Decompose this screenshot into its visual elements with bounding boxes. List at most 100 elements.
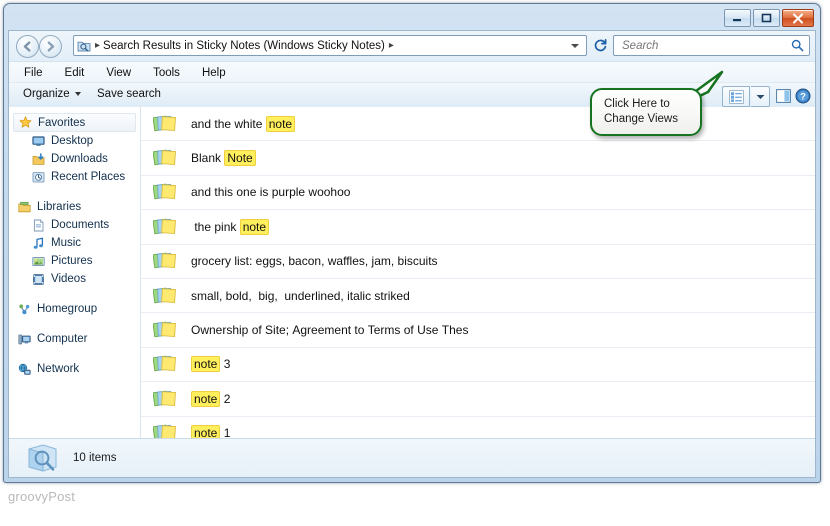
sidebar-item-pictures[interactable]: Pictures [9,252,140,270]
search-term-highlight: note [191,356,221,373]
callout-bubble: Click Here to Change Views [590,88,702,136]
file-name-text: 3 [220,357,231,372]
navigation-pane[interactable]: Favorites Desktop Downloads Recent Place… [9,107,141,439]
sidebar-gap-2 [9,288,140,300]
back-button[interactable] [16,35,39,58]
window-controls [724,9,814,27]
file-list-row[interactable]: note 3 [141,348,815,383]
annotation-callout: Click Here to Change Views [590,70,724,136]
sidebar-item-homegroup[interactable]: Homegroup [9,300,140,318]
sidebar-item-network[interactable]: Network [9,360,140,378]
search-icon [791,39,804,52]
search-term-highlight: note [239,218,270,235]
address-bar[interactable]: ▸ Search Results in Sticky Notes (Window… [73,35,587,56]
preview-pane-icon [776,88,791,103]
help-button[interactable]: ? [793,86,812,105]
file-name: small, bold, big, underlined, italic str… [191,289,410,303]
file-list[interactable]: and the white note Blank Note and this o… [141,107,815,439]
callout-line-1: Click Here to [604,98,670,110]
sidebar-item-documents[interactable]: Documents [9,216,140,234]
back-arrow-icon [23,41,31,52]
refresh-icon [594,38,606,52]
homegroup-icon [17,302,32,317]
search-box[interactable] [613,35,810,56]
file-list-row[interactable]: note 2 [141,382,815,417]
file-name-text: small, bold, big, underlined, italic str… [191,288,410,303]
sticky-note-icon [153,149,176,166]
status-bar: 10 items [9,438,815,477]
sticky-note-icon [153,184,176,200]
search-input[interactable] [620,36,791,55]
file-list-row[interactable]: small, bold, big, underlined, italic str… [141,279,815,314]
file-name-text: the pink [191,219,240,234]
refresh-button[interactable] [590,35,610,56]
sidebar-item-recent-places[interactable]: Recent Places [9,168,140,186]
network-icon [17,362,32,377]
search-results-icon [28,444,57,472]
sticky-note-icon [153,355,176,372]
file-name: note 3 [191,356,231,373]
forward-button[interactable] [39,35,62,58]
callout-line-2: Change Views [604,113,678,125]
sidebar-label-homegroup: Homegroup [37,303,98,315]
computer-icon [17,332,32,347]
sidebar-label-videos: Videos [51,273,86,285]
file-name: Ownership of Site; Agreement to Terms of… [191,323,468,337]
minimize-icon [733,18,741,21]
preview-pane-button[interactable] [774,86,793,105]
breadcrumb-separator-leading: ▸ [95,40,101,51]
maximize-button[interactable] [753,9,780,27]
save-search-button[interactable]: Save search [97,88,161,100]
file-list-row[interactable]: note 1 [141,417,815,439]
breadcrumb-current[interactable]: Search Results in Sticky Notes (Windows … [103,40,385,52]
sidebar-label-recent-places: Recent Places [51,171,126,183]
file-name: note 2 [191,390,231,407]
sidebar-item-videos[interactable]: Videos [9,270,140,288]
downloads-icon [31,152,46,167]
sidebar-label-downloads: Downloads [51,153,108,165]
sticky-note-icon [153,390,176,407]
sidebar-label-computer: Computer [37,333,88,345]
help-icon: ? [795,88,810,103]
sidebar-item-libraries[interactable]: Libraries [9,198,140,216]
sticky-note-icon [153,321,176,338]
file-name-text: Blank [191,151,225,166]
file-list-row[interactable]: Blank Note [141,141,815,176]
title-bar [4,4,820,30]
sidebar-item-favorites[interactable]: Favorites [13,113,136,132]
pictures-icon [31,254,46,269]
menu-item-view[interactable]: View [103,66,134,80]
chevron-down-icon [756,94,764,99]
file-name: the pink note [191,218,270,235]
address-bar-row: ▸ Search Results in Sticky Notes (Window… [9,31,815,61]
breadcrumb-separator-trailing[interactable]: ▸ [389,40,394,51]
file-name-text: grocery list: eggs, bacon, waffles, jam,… [191,254,438,269]
address-dropdown-icon[interactable] [571,44,579,48]
file-list-row[interactable]: Ownership of Site; Agreement to Terms of… [141,313,815,348]
minimize-button[interactable] [724,9,751,27]
sticky-note-icon [153,218,176,235]
sidebar-item-desktop[interactable]: Desktop [9,132,140,150]
file-name: Blank Note [191,150,256,167]
file-list-row[interactable]: grocery list: eggs, bacon, waffles, jam,… [141,245,815,279]
sticky-note-icon [153,287,176,303]
recent-places-icon [31,170,46,185]
file-list-row[interactable]: and this one is purple woohoo [141,176,815,211]
file-name-text: 2 [220,391,231,406]
organize-button[interactable]: Organize [23,88,81,100]
sidebar-item-music[interactable]: Music [9,234,140,252]
file-list-row[interactable]: the pink note [141,210,815,245]
menu-item-help[interactable]: Help [199,66,229,80]
sidebar-item-computer[interactable]: Computer [9,330,140,348]
close-button[interactable] [782,9,814,27]
menu-item-tools[interactable]: Tools [150,66,183,80]
sidebar-gap-3 [9,318,140,330]
watermark: groovyPost [8,489,76,504]
sidebar-item-downloads[interactable]: Downloads [9,150,140,168]
file-name: grocery list: eggs, bacon, waffles, jam,… [191,254,438,268]
menu-item-edit[interactable]: Edit [62,66,88,80]
change-views-dropdown[interactable] [751,86,770,107]
sticky-note-icon [153,252,176,269]
explorer-window: ▸ Search Results in Sticky Notes (Window… [3,3,821,483]
menu-item-file[interactable]: File [21,66,46,80]
